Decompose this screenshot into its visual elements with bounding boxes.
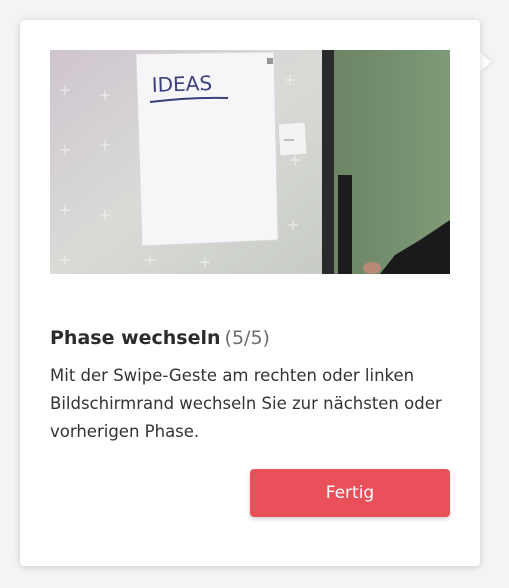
tutorial-image: IDEAS [50,50,450,274]
done-button[interactable]: Fertig [250,469,450,517]
tutorial-step-counter: (5/5) [224,327,270,349]
tutorial-description: Mit der Swipe-Geste am rechten oder link… [50,366,442,441]
popover-arrow [480,52,491,72]
board-text: IDEAS [151,71,212,97]
tutorial-title: Phase wechseln (5/5) [50,325,270,351]
tutorial-title-text: Phase wechseln [50,327,221,349]
tutorial-popover: IDEAS Phase wechseln (5/5) Mit der Swipe-… [20,20,480,566]
